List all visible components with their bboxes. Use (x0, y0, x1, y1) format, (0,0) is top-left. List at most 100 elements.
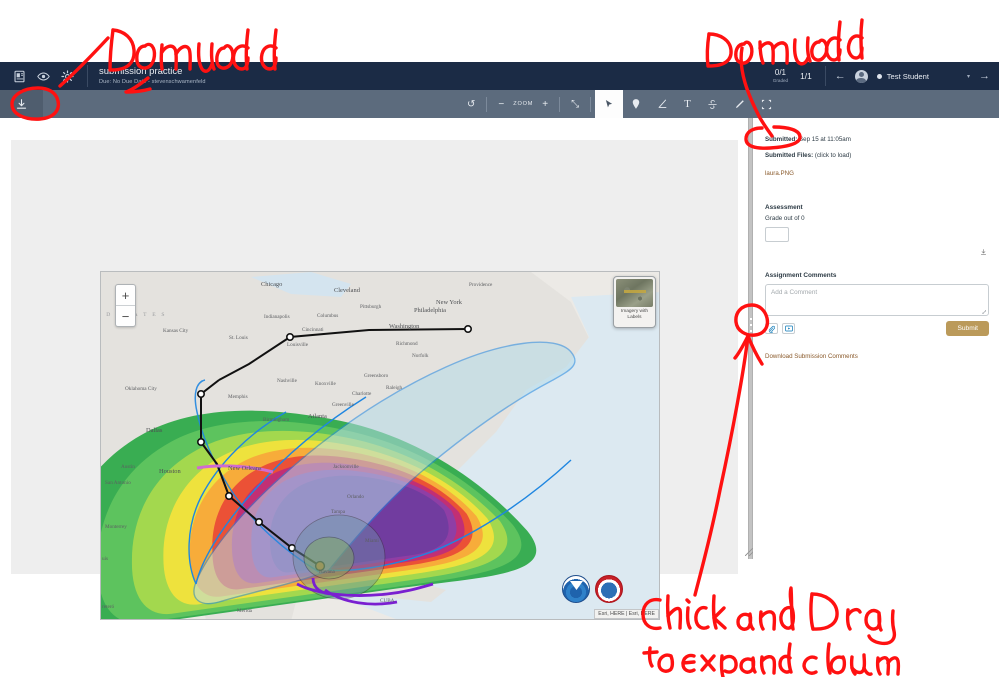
map-city-label: Greensboro (364, 373, 389, 379)
speedgrader-app: submission practice Due: No Due Date - s… (0, 0, 999, 677)
grade-input[interactable] (765, 227, 789, 242)
pen-icon (735, 99, 744, 108)
graded-label: Graded (772, 78, 789, 83)
basemap-switcher[interactable]: Imagery with Labels (613, 276, 656, 328)
document-toolbar: ↺ − ZOOM + ⤡ T (0, 90, 999, 118)
assignment-comments-heading: Assignment Comments (765, 272, 837, 279)
map-city-label: Orlando (347, 494, 364, 500)
attach-file-button[interactable] (765, 323, 778, 334)
map-city-label: New Orleans (228, 465, 262, 472)
map-city-label: Havana (319, 569, 335, 575)
speedgrader-header: submission practice Due: No Due Date - s… (0, 62, 999, 90)
student-name[interactable]: Test Student (887, 72, 929, 81)
submitted-row: Submitted: Sep 15 at 11:05am (765, 134, 989, 146)
map-city-label: Norfolk (412, 353, 429, 359)
map-city-label: Indianapolis (264, 314, 290, 320)
annotation-tools-group: T (623, 90, 780, 118)
map-city-label: Birmingham (263, 417, 290, 423)
zoom-in-button[interactable]: + (535, 90, 555, 118)
basemap-thumbnail (616, 279, 653, 307)
download-file-icon[interactable] (980, 248, 987, 258)
area-tool-button[interactable] (753, 90, 780, 118)
map-city-label: New York (436, 299, 462, 306)
document-viewer: Chicago Cleveland Providence New York Pittsb… (0, 118, 750, 677)
submission-details-panel: Submitted: Sep 15 at 11:05am Submitted F… (755, 118, 999, 677)
pin-icon (632, 99, 640, 109)
toolbar-divider-2 (559, 96, 561, 112)
grade-label: Grade out of 0 (765, 215, 805, 222)
eye-icon[interactable] (37, 70, 50, 83)
map-city-label: Louisville (287, 342, 309, 348)
previous-student-button[interactable]: ← (826, 70, 855, 82)
zoom-out-button[interactable]: − (491, 90, 511, 118)
gear-icon[interactable] (61, 69, 74, 83)
map-city-label: Miami (365, 538, 379, 544)
fullscreen-button[interactable]: ⤡ (564, 90, 586, 118)
map-city-label: Merida (237, 608, 252, 614)
submitted-file-link[interactable]: laura.PNG (765, 168, 794, 180)
submit-comment-button[interactable]: Submit (946, 321, 989, 336)
submission-image[interactable]: Chicago Cleveland Providence New York Pittsb… (100, 271, 660, 620)
media-comment-button[interactable] (782, 323, 795, 334)
submitted-files-hint: (click to load) (814, 152, 852, 159)
map-city-label: uis (102, 556, 109, 562)
map-city-label: Columbus (317, 313, 339, 319)
media-comment-icon (784, 325, 793, 332)
map-city-label: Monterrey (105, 524, 127, 530)
header-icon-group (0, 69, 74, 83)
basemap-caption: Imagery with Labels (620, 309, 649, 321)
zoom-label: ZOOM (513, 101, 534, 107)
strikethrough-tool-button[interactable] (699, 90, 726, 118)
map-city-label: Tampa (331, 509, 346, 515)
submitted-value: Sep 15 at 11:05am (799, 136, 851, 143)
comment-placeholder: Add a Comment (771, 289, 818, 296)
student-status-dot (876, 73, 882, 79)
map-city-label: Providence (469, 282, 493, 288)
assignment-info: submission practice Due: No Due Date - s… (88, 66, 773, 87)
map-city-label: Houston (159, 468, 181, 475)
comment-textarea-wrapper[interactable]: Add a Comment (765, 284, 989, 316)
map-city-label: Memphis (228, 394, 248, 400)
column-resize-handle[interactable] (748, 118, 753, 559)
download-submission-comments-link[interactable]: Download Submission Comments (765, 353, 858, 360)
submitted-files-row: Submitted Files: (click to load) (765, 150, 989, 162)
map-city-label: Chicago (261, 281, 283, 288)
map-zoom-out-button[interactable]: − (116, 306, 135, 326)
map-city-label: Raleigh (386, 385, 403, 391)
map-city-label: Cincinnati (302, 327, 324, 333)
cursor-tool-button[interactable] (595, 90, 624, 118)
grip-dot (749, 324, 752, 326)
assignment-title: submission practice (99, 65, 183, 77)
download-submission-button[interactable] (0, 90, 43, 118)
pin-tool-button[interactable] (623, 90, 649, 118)
map-city-label: Cleveland (334, 287, 360, 294)
map-city-label: Washington (389, 323, 420, 330)
map-city-label: Oklahoma City (125, 386, 157, 392)
map-zoom-control: + − (115, 284, 136, 327)
grip-dot (749, 318, 752, 320)
map-zoom-in-button[interactable]: + (116, 285, 135, 306)
assessment-heading: Assessment (765, 204, 803, 211)
column-resize-grip[interactable] (749, 318, 752, 332)
rotate-button[interactable]: ↺ (460, 90, 482, 118)
submitted-files-label: Submitted Files: (765, 152, 814, 159)
map-city-label: Philadelphia (414, 307, 446, 314)
toolbar-divider-3 (590, 96, 592, 112)
toolbar-zoom-group: ↺ − ZOOM + ⤡ (460, 90, 595, 118)
comment-resize-grip[interactable] (981, 309, 986, 314)
map-city-label: Jacksonville (333, 464, 359, 470)
map-city-label: Greenville (332, 402, 354, 408)
download-icon (16, 98, 27, 109)
text-tool-button[interactable]: T (676, 90, 699, 118)
header-right-controls: 0/1 Graded 1/1 ← Test Student ▾ → (773, 62, 999, 90)
map-city-label: Atlanta (308, 413, 327, 420)
document-icon[interactable] (13, 70, 26, 83)
map-city-label: Pittsburgh (360, 304, 382, 310)
pen-tool-button[interactable] (726, 90, 753, 118)
viewer-resize-corner[interactable] (745, 548, 753, 556)
toolbar-divider (486, 96, 488, 112)
next-student-button[interactable]: → (970, 70, 999, 82)
highlighter-tool-button[interactable] (649, 90, 676, 118)
map-city-label: Richmond (396, 341, 418, 347)
forecast-cone-and-track (188, 324, 576, 606)
